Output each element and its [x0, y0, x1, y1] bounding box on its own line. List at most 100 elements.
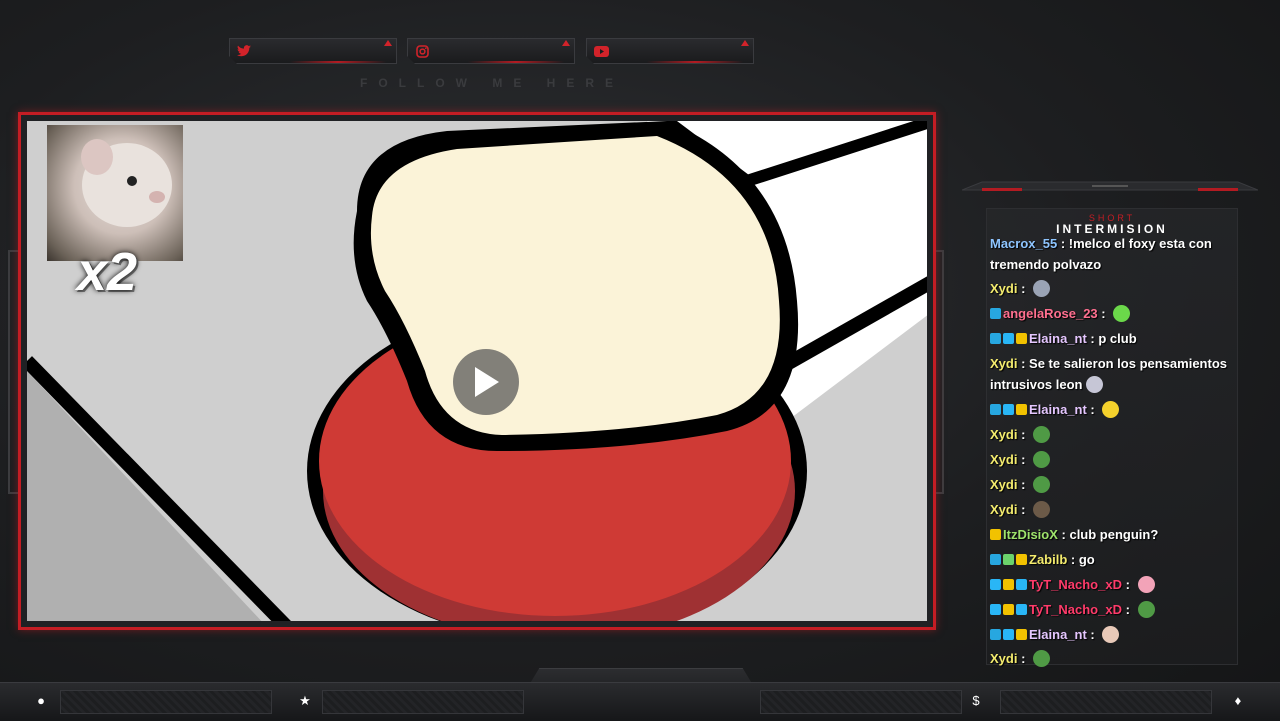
chat-top-ornament	[961, 180, 1259, 194]
chat-username[interactable]: Elaina_nt	[1029, 331, 1087, 346]
video-frame: x2	[18, 112, 936, 630]
chat-text: p club	[1098, 331, 1137, 346]
caret-icon	[741, 40, 749, 46]
dollar-icon: $	[972, 693, 980, 708]
chat-username[interactable]: Xydi	[990, 477, 1017, 492]
crown-badge-icon	[1016, 404, 1027, 415]
shield-badge-icon	[1003, 604, 1014, 615]
chat-message: Xydi : Se te salieron los pensamientos i…	[990, 353, 1236, 395]
pepe-emote	[1033, 476, 1051, 493]
prime-badge-icon	[990, 629, 1001, 640]
chat-message: TyT_Nacho_xD :	[990, 599, 1236, 620]
chat-username[interactable]: Elaina_nt	[1029, 627, 1087, 642]
prime-badge-icon	[990, 554, 1001, 565]
face2-emote	[1102, 626, 1120, 643]
cube2-badge-icon	[1016, 579, 1027, 590]
chat-separator: :	[1086, 402, 1099, 417]
chat-username[interactable]: Xydi	[990, 452, 1017, 467]
chat-message: ItzDisioX : club penguin?	[990, 524, 1236, 545]
chat-separator: :	[1086, 627, 1099, 642]
cube-badge-icon	[990, 579, 1001, 590]
cat-emote	[1086, 376, 1104, 393]
leaf-badge-icon	[1003, 554, 1014, 565]
chat-message: angelaRose_23 :	[990, 303, 1236, 324]
chat-message: Elaina_nt : p club	[990, 328, 1236, 349]
chat-username[interactable]: Xydi	[990, 427, 1017, 442]
chat-separator: :	[1067, 552, 1079, 567]
user-icon: ●	[37, 693, 45, 708]
chat-username[interactable]: Xydi	[990, 651, 1017, 666]
chat-separator: :	[1017, 452, 1030, 467]
accent-line	[647, 61, 743, 63]
cube-badge-icon	[1003, 333, 1014, 344]
pepe-emote	[1033, 426, 1051, 443]
chat-message: TyT_Nacho_xD :	[990, 574, 1236, 595]
chat-separator: :	[1057, 236, 1069, 251]
pepe-emote	[1033, 650, 1051, 667]
twitter-link[interactable]	[229, 38, 397, 64]
pikachu-emote	[1102, 401, 1120, 418]
chat-message: Xydi :	[990, 278, 1236, 299]
chat-separator: :	[1017, 356, 1030, 371]
chat-username[interactable]: angelaRose_23	[1003, 306, 1098, 321]
crown-badge-icon	[1016, 333, 1027, 344]
chat-message: Elaina_nt :	[990, 399, 1236, 420]
chat-message: Zabilb : go	[990, 549, 1236, 570]
bottom-segment	[322, 690, 524, 714]
green-blob-emote	[1113, 305, 1131, 322]
chat-username[interactable]: Elaina_nt	[1029, 402, 1087, 417]
prime-badge-icon	[990, 333, 1001, 344]
accent-line	[290, 61, 386, 63]
chat-username[interactable]: Xydi	[990, 281, 1017, 296]
cube-badge-icon	[990, 604, 1001, 615]
prime-badge-icon	[990, 404, 1001, 415]
chat-separator: :	[1097, 306, 1110, 321]
shield-badge-icon	[1003, 579, 1014, 590]
pepe-emote	[1033, 451, 1051, 468]
instagram-link[interactable]	[407, 38, 575, 64]
cube2-badge-icon	[1016, 604, 1027, 615]
chat-separator: :	[1017, 281, 1030, 296]
chat-message: Elaina_nt :	[990, 624, 1236, 645]
dog-emote	[1033, 501, 1051, 518]
chat-username[interactable]: Xydi	[990, 502, 1017, 517]
play-icon	[475, 367, 499, 397]
chat-message: Xydi :	[990, 474, 1236, 495]
chat-separator: :	[1017, 651, 1030, 666]
bottom-segment	[760, 690, 962, 714]
chat-username[interactable]: ItzDisioX	[1003, 527, 1058, 542]
chat-text: club penguin?	[1069, 527, 1159, 542]
star-icon: ★	[299, 693, 311, 708]
chat-text: go	[1078, 552, 1095, 567]
drop-icon: ♦	[1234, 693, 1242, 708]
bottom-segment	[1000, 690, 1212, 714]
chat-username[interactable]: Macrox_55	[990, 236, 1057, 251]
accent-line	[468, 61, 564, 63]
cube-badge-icon	[1003, 629, 1014, 640]
cube-badge-icon	[1003, 404, 1014, 415]
chat-username[interactable]: Zabilb	[1029, 552, 1067, 567]
crown-badge-icon	[1016, 629, 1027, 640]
gold-badge-icon	[990, 529, 1001, 540]
youtube-icon	[593, 43, 609, 59]
chat-panel[interactable]: SHORT INTERMISION Macrox_55 : !melco el …	[986, 208, 1238, 667]
chat-message: Macrox_55 : !melco el foxy esta con trem…	[990, 233, 1236, 275]
chat-username[interactable]: Xydi	[990, 356, 1017, 371]
caret-icon	[384, 40, 392, 46]
youtube-link[interactable]	[586, 38, 754, 64]
prime-badge-icon	[990, 308, 1001, 319]
bottom-segment	[60, 690, 272, 714]
chat-username[interactable]: TyT_Nacho_xD	[1029, 602, 1122, 617]
gold-badge-icon	[1016, 554, 1027, 565]
follow-me-text: FOLLOW ME HERE	[360, 76, 624, 90]
chat-username[interactable]: TyT_Nacho_xD	[1029, 577, 1122, 592]
chat-message: Xydi :	[990, 648, 1236, 669]
instagram-icon	[414, 43, 430, 59]
cam-multiplier: x2	[77, 242, 138, 302]
chat-message: Xydi :	[990, 424, 1236, 445]
play-button[interactable]	[453, 349, 519, 415]
chat-separator: :	[1086, 331, 1099, 346]
video-player[interactable]: x2	[27, 121, 927, 621]
chat-separator: :	[1017, 427, 1030, 442]
chat-separator: :	[1017, 502, 1030, 517]
